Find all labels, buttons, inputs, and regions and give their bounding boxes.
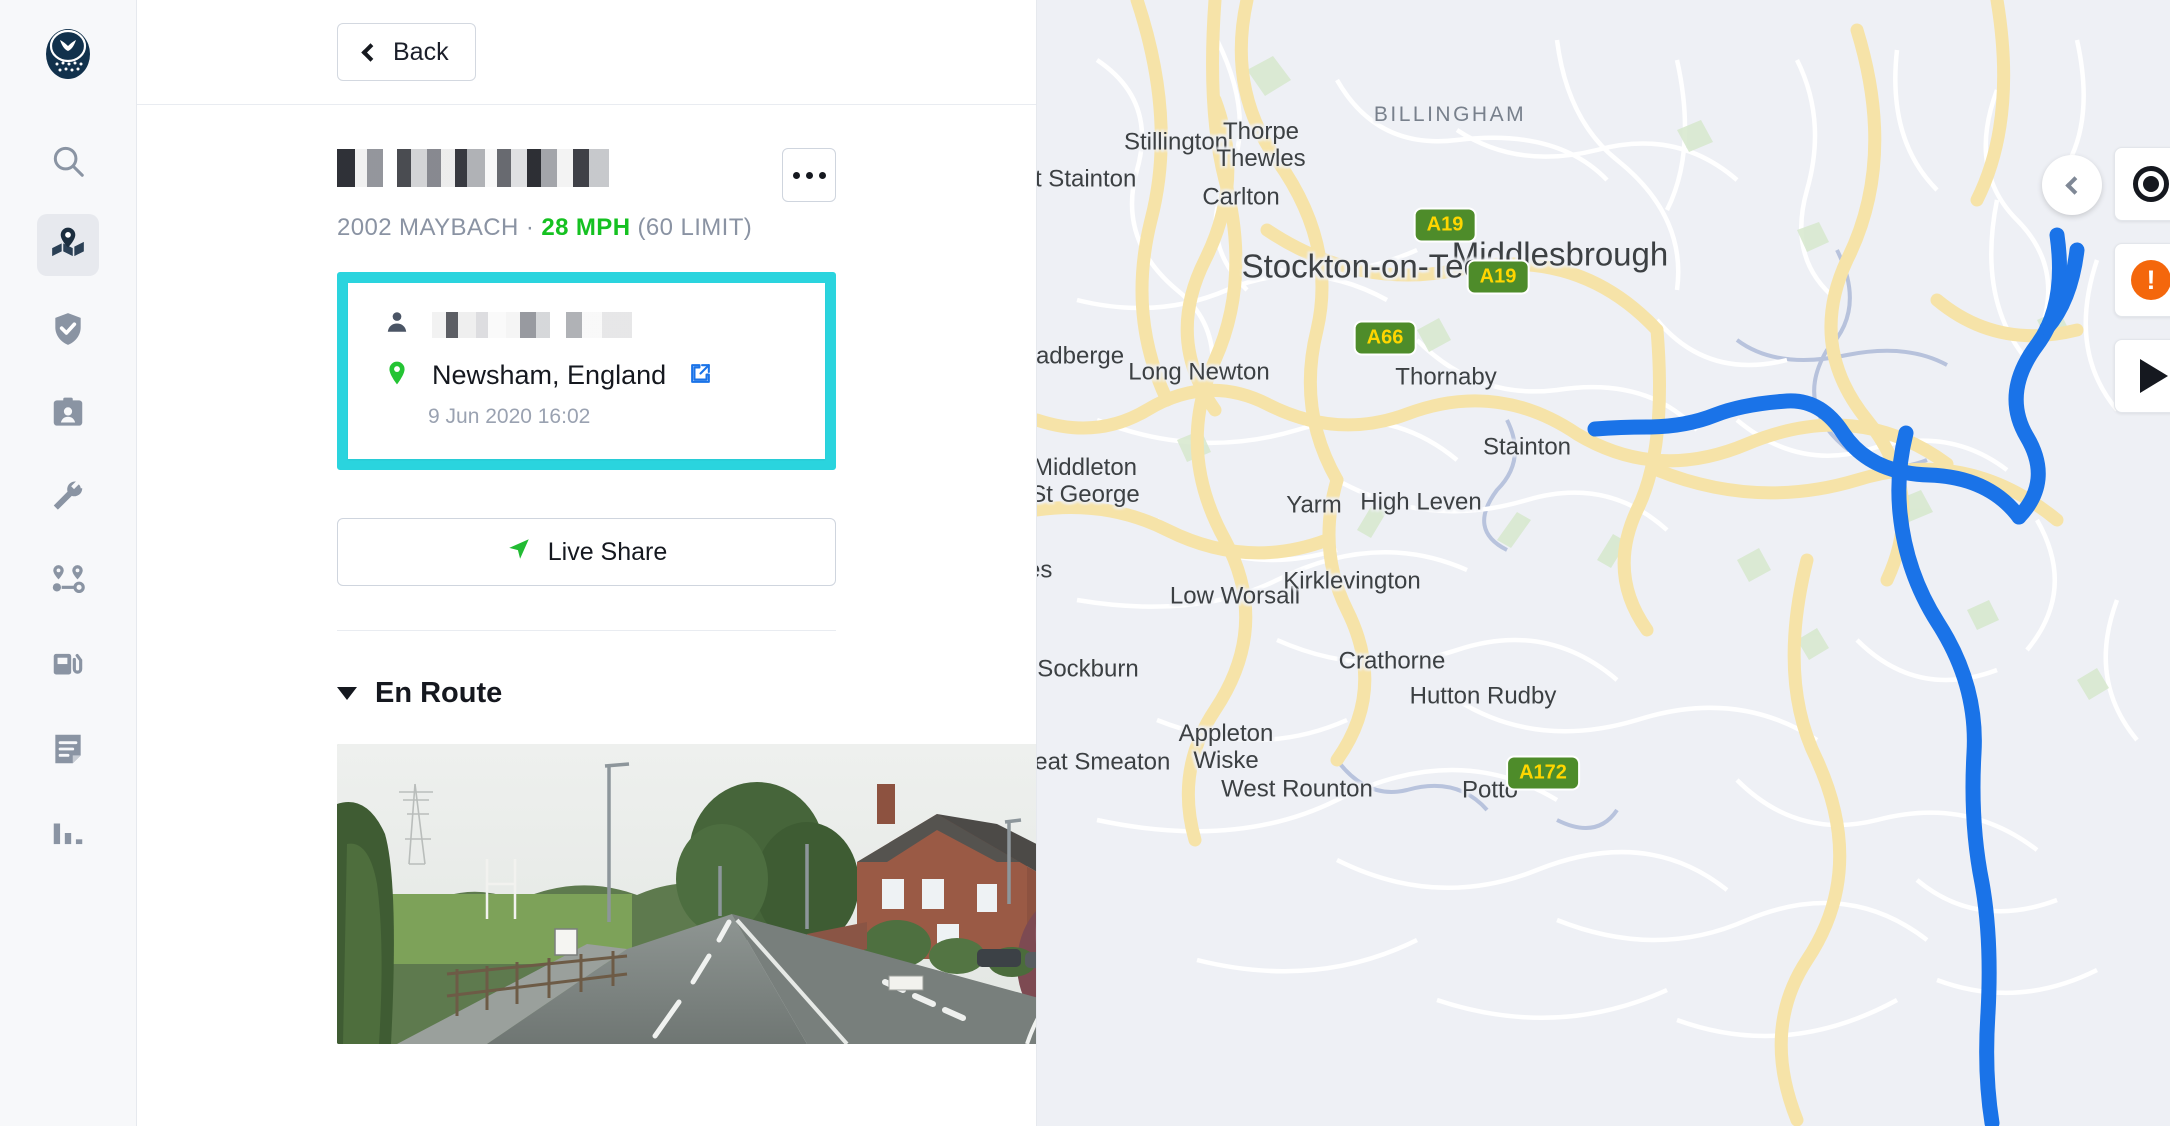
sidebar xyxy=(0,0,137,1126)
sidebar-item-analytics[interactable] xyxy=(37,802,99,864)
location-name: Newsham, England xyxy=(432,360,667,390)
location-pin-icon xyxy=(384,358,410,393)
route-pins-icon xyxy=(49,562,87,600)
wrench-icon xyxy=(49,478,87,516)
separator: · xyxy=(525,214,535,241)
detail-panel: Back 2002 MAYBACH · 28 MPH (60 LIMIT) Ne… xyxy=(137,0,1037,1126)
road-shield: A19 xyxy=(1468,261,1528,293)
speed-limit: (60 LIMIT) xyxy=(637,214,753,241)
map-canvas xyxy=(1037,0,2170,1126)
external-link-icon[interactable] xyxy=(688,361,713,391)
back-label: Back xyxy=(393,37,449,66)
sidebar-item-drivers[interactable] xyxy=(37,382,99,444)
live-share-button[interactable]: Live Share xyxy=(337,518,836,586)
sidebar-item-search[interactable] xyxy=(37,130,99,192)
vehicle-year-make: 2002 MAYBACH xyxy=(337,214,519,241)
location-card[interactable]: Newsham, England 9 Jun 2020 16:02 xyxy=(348,283,825,459)
back-button[interactable]: Back xyxy=(337,23,476,81)
map-view[interactable]: ! NewtonAycliffeAycliffeVillageCoathamMu… xyxy=(1037,0,2170,1126)
app-root: Back 2002 MAYBACH · 28 MPH (60 LIMIT) Ne… xyxy=(0,0,2170,1126)
map-controls: ! xyxy=(2114,147,2170,435)
map-pin-icon xyxy=(49,226,87,264)
road-shield: A172 xyxy=(1508,757,1578,789)
sidebar-item-routes[interactable] xyxy=(37,550,99,612)
alert-exclamation-icon: ! xyxy=(2131,260,2170,300)
driver-name-redacted xyxy=(432,311,632,338)
road-shield: A19 xyxy=(1415,209,1475,241)
sidebar-item-safety[interactable] xyxy=(37,298,99,360)
document-icon xyxy=(49,730,87,768)
collapse-panel-button[interactable] xyxy=(2042,155,2102,215)
fuel-pump-icon xyxy=(49,646,87,684)
current-speed: 28 MPH xyxy=(541,214,631,241)
alerts-button[interactable]: ! xyxy=(2114,243,2170,317)
shield-check-icon xyxy=(49,310,87,348)
en-route-section-header[interactable]: En Route xyxy=(137,631,1036,710)
recenter-button[interactable] xyxy=(2114,147,2170,221)
sidebar-item-reports[interactable] xyxy=(37,718,99,780)
id-card-icon xyxy=(49,394,87,432)
owl-logo[interactable] xyxy=(40,26,96,82)
driver-row xyxy=(384,309,789,340)
play-icon xyxy=(2140,359,2168,393)
section-title: En Route xyxy=(375,677,503,709)
target-icon xyxy=(2133,166,2169,202)
location-timestamp: 9 Jun 2020 16:02 xyxy=(428,405,591,428)
more-options-button[interactable] xyxy=(782,148,836,202)
play-button[interactable] xyxy=(2114,339,2170,413)
bar-chart-icon xyxy=(49,814,87,852)
chevron-left-icon xyxy=(361,42,380,62)
location-row: Newsham, England xyxy=(384,358,789,393)
ellipsis-icon xyxy=(792,171,800,179)
vehicle-summary: 2002 MAYBACH · 28 MPH (60 LIMIT) xyxy=(337,214,836,242)
search-icon xyxy=(49,142,87,180)
live-share-label: Live Share xyxy=(547,537,668,566)
navigation-arrow-icon xyxy=(506,536,532,569)
person-icon xyxy=(384,309,410,340)
road-shield: A66 xyxy=(1355,322,1415,354)
sidebar-item-fuel[interactable] xyxy=(37,634,99,696)
highlighted-location-card: Newsham, England 9 Jun 2020 16:02 xyxy=(337,272,836,470)
panel-body: 2002 MAYBACH · 28 MPH (60 LIMIT) Newsham… xyxy=(137,105,1036,631)
panel-header: Back xyxy=(137,0,1036,105)
vehicle-title-redacted xyxy=(337,149,609,187)
dashcam-street-view-image[interactable] xyxy=(337,744,1036,1044)
caret-down-icon[interactable] xyxy=(337,687,357,700)
sidebar-item-maintenance[interactable] xyxy=(37,466,99,528)
sidebar-item-map[interactable] xyxy=(37,214,99,276)
chevron-left-icon xyxy=(2065,175,2084,195)
